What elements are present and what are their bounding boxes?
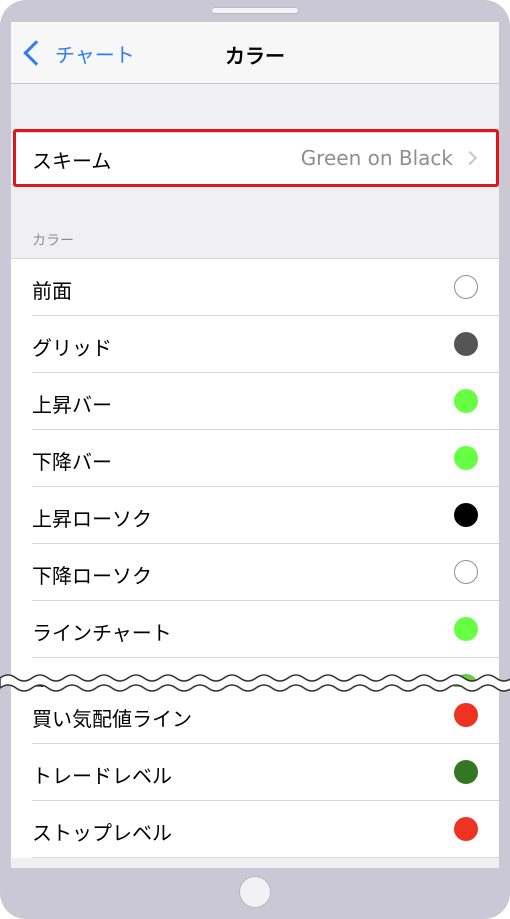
color-row[interactable]: ストップレベル [11, 801, 499, 858]
speaker-grille [211, 7, 299, 14]
row-separator [32, 857, 499, 858]
color-swatch[interactable] [454, 332, 478, 356]
color-row[interactable]: トレードレベル [11, 744, 499, 801]
scheme-value: Green on Black [300, 146, 453, 170]
color-row[interactable]: 上昇バー [11, 373, 499, 430]
navigation-bar: チャート カラー [11, 22, 499, 84]
color-swatch[interactable] [454, 275, 478, 299]
color-swatch[interactable] [454, 503, 478, 527]
color-swatch[interactable] [454, 446, 478, 470]
color-row[interactable]: 下降ローソク [11, 544, 499, 601]
color-row-label: トレードレベル [32, 764, 172, 788]
scheme-row[interactable]: スキーム Green on Black [11, 132, 499, 185]
scheme-label: スキーム [32, 149, 112, 173]
color-row-label: 上昇バー [32, 393, 112, 417]
color-row-label: ラインチャート [32, 621, 172, 645]
color-swatch[interactable] [454, 560, 478, 584]
page-title: カラー [225, 44, 285, 68]
color-row-label: 買い気配値ライン [32, 707, 192, 731]
color-row-label: 上昇ローソク [32, 507, 152, 531]
screen: チャート カラー スキーム Green on Black カラー 前面グリッド上… [11, 22, 499, 868]
chevron-right-icon [462, 150, 478, 166]
color-row-label: グリッド [32, 336, 112, 360]
color-swatch[interactable] [454, 703, 478, 727]
color-row[interactable]: ラインチャート [11, 601, 499, 658]
color-row-label: 下降バー [32, 450, 112, 474]
color-row[interactable]: 上昇ローソク [11, 487, 499, 544]
home-button[interactable] [239, 876, 271, 908]
tear-divider [0, 674, 510, 692]
color-row[interactable]: グリッド [11, 316, 499, 373]
color-swatch[interactable] [454, 389, 478, 413]
color-row-label: 前面 [32, 279, 72, 303]
phone-frame: チャート カラー スキーム Green on Black カラー 前面グリッド上… [0, 0, 510, 919]
color-swatch[interactable] [454, 617, 478, 641]
color-row-label: ストップレベル [32, 821, 172, 845]
color-swatch[interactable] [454, 760, 478, 784]
color-list: 前面グリッド上昇バー下降バー上昇ローソク下降ローソクラインチャートボリューム買い… [11, 258, 499, 858]
color-swatch[interactable] [454, 817, 478, 841]
color-row[interactable]: 下降バー [11, 430, 499, 487]
color-row[interactable]: 前面 [11, 259, 499, 316]
color-row-label: 下降ローソク [32, 564, 152, 588]
section-header: カラー [32, 233, 74, 249]
